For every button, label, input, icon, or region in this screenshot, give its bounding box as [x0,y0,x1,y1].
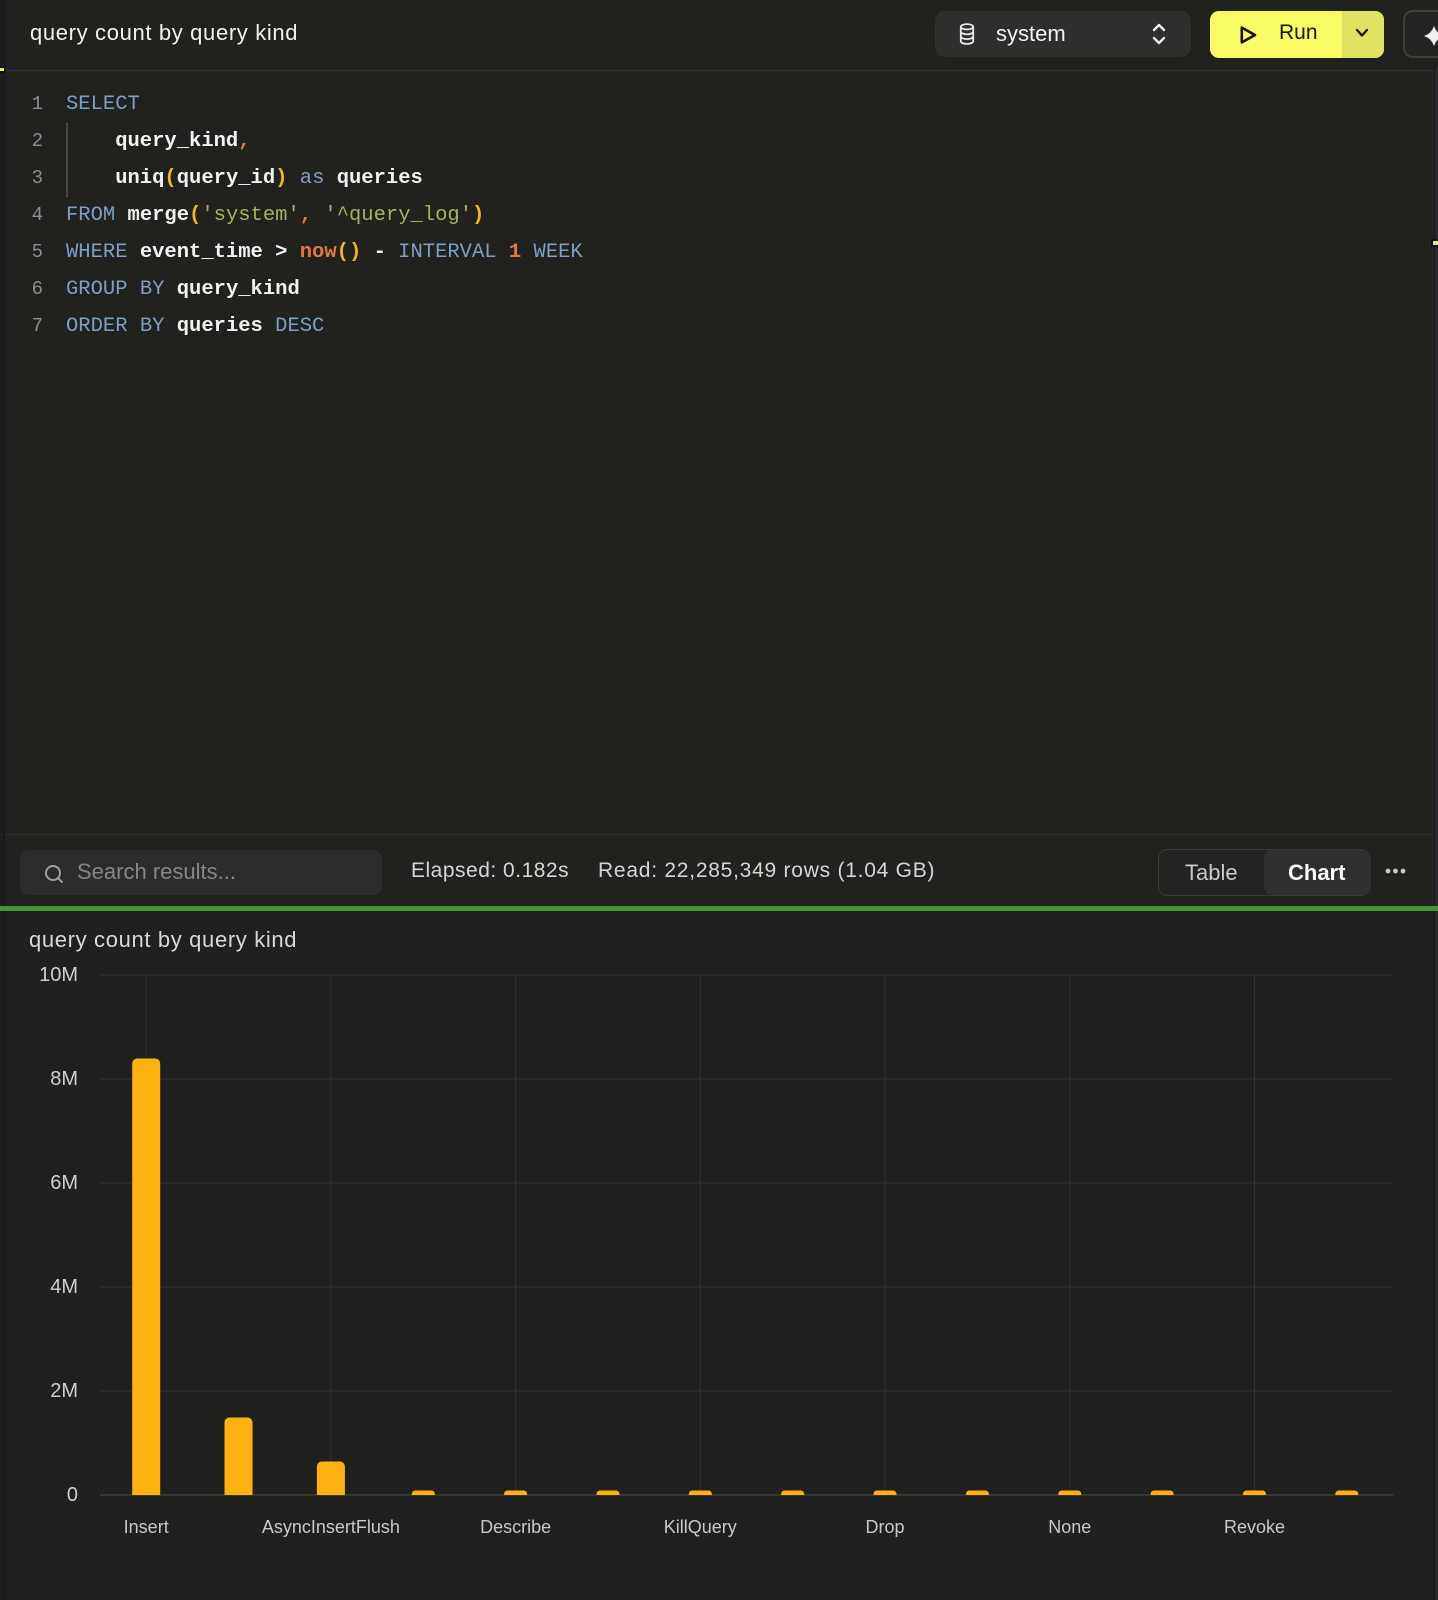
svg-text:Describe: Describe [480,1517,551,1537]
svg-text:Drop: Drop [865,1517,904,1537]
svg-text:KillQuery: KillQuery [664,1517,737,1537]
svg-text:0: 0 [67,1484,78,1506]
svg-text:10M: 10M [39,964,78,986]
svg-text:Revoke: Revoke [1224,1517,1285,1537]
svg-text:6M: 6M [50,1172,78,1194]
svg-text:None: None [1048,1517,1091,1537]
svg-text:2M: 2M [50,1380,78,1402]
svg-text:Insert: Insert [124,1517,169,1537]
svg-text:4M: 4M [50,1276,78,1298]
svg-text:AsyncInsertFlush: AsyncInsertFlush [262,1517,400,1537]
svg-text:8M: 8M [50,1068,78,1090]
